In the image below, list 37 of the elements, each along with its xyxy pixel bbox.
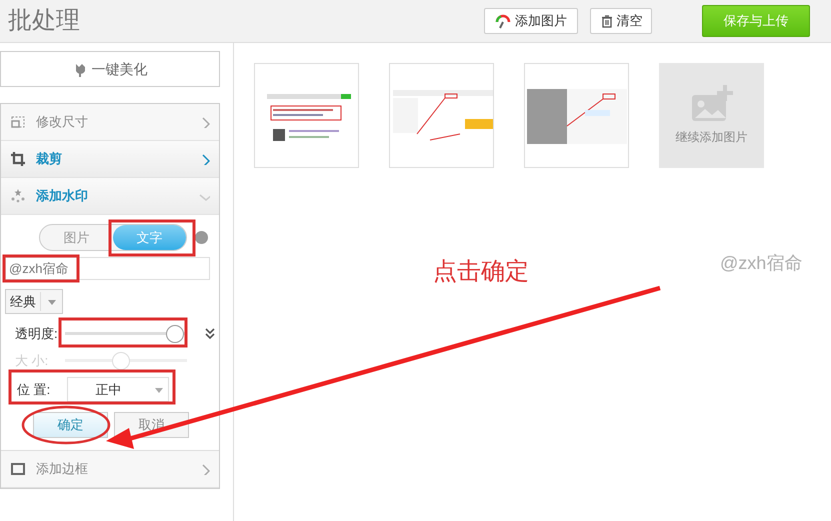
watermark-preview-text: @zxh宿命 [720, 252, 802, 275]
watermark-text-field[interactable]: @zxh宿命 [5, 257, 210, 280]
trash-icon [600, 14, 612, 28]
position-dropdown[interactable]: 正中 [67, 377, 169, 402]
dropdown-arrow-icon [47, 298, 56, 304]
beautify-button[interactable]: 一键美化 [0, 51, 220, 87]
stars-icon [10, 188, 26, 204]
slider-thumb[interactable] [166, 324, 184, 342]
slider-label: 透明度: [15, 324, 59, 343]
dropdown-arrow-icon [154, 386, 163, 392]
confirm-button[interactable]: 确定 [33, 412, 108, 438]
mode-tab[interactable]: 文字 [113, 225, 186, 250]
add-image-button[interactable]: 添加图片 [484, 8, 578, 34]
save-upload-button[interactable]: 保存与上传 [702, 5, 810, 37]
section-header[interactable]: 裁剪 [1, 141, 219, 178]
section-header[interactable]: 添加边框 [1, 451, 219, 488]
style-dropdown[interactable]: 经典 [5, 289, 63, 314]
section-label: 添加边框 [36, 460, 88, 478]
mode-tab[interactable]: 图片 [40, 225, 113, 250]
double-chevron-icon [205, 328, 215, 339]
section-header[interactable]: 修改尺寸 [1, 104, 219, 141]
info-icon [195, 231, 208, 244]
section-label: 添加水印 [36, 187, 88, 206]
clear-button[interactable]: 清空 [590, 8, 652, 34]
slider-track[interactable] [65, 324, 187, 344]
add-image-tile[interactable]: 继续添加图片 [659, 63, 764, 168]
page-title: 批处理 [8, 9, 80, 33]
add-image-icon [690, 85, 732, 122]
gauge-icon [495, 13, 511, 29]
annotation-text: 点击确定 [433, 256, 529, 287]
section-label: 修改尺寸 [36, 113, 88, 132]
section-header[interactable]: 添加水印 [1, 178, 219, 215]
crop-icon [10, 151, 26, 167]
resize-icon [10, 114, 26, 130]
position-label: 位 置: [17, 380, 52, 399]
section-label: 裁剪 [36, 150, 62, 168]
square-icon [10, 461, 26, 477]
